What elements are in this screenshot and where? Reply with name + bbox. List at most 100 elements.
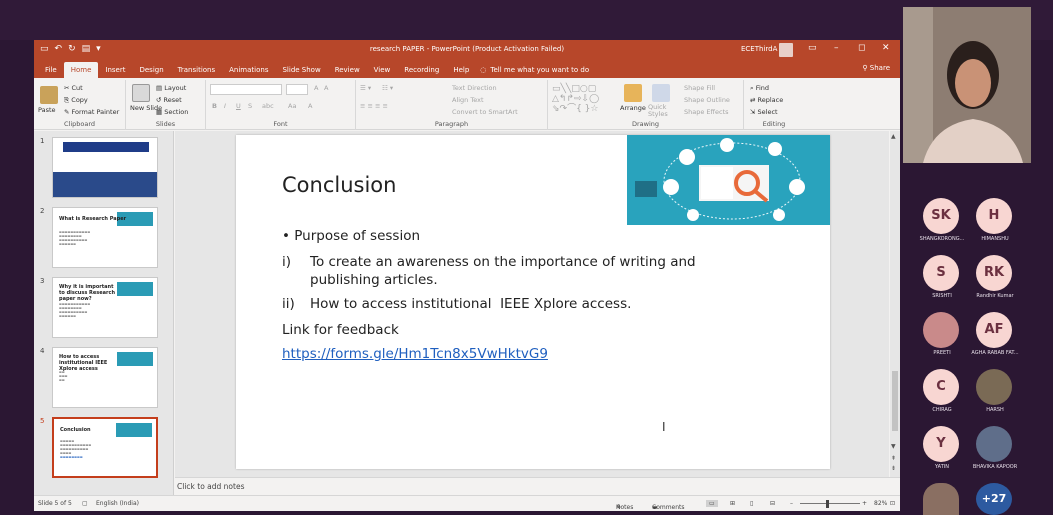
numbering-icon[interactable]: ☷ ▾ bbox=[382, 84, 393, 92]
fit-to-window-icon[interactable]: ⊡ bbox=[890, 500, 895, 507]
shrink-font-button[interactable]: A bbox=[324, 84, 328, 92]
user-name[interactable]: ECEThirdA bbox=[741, 45, 777, 53]
user-avatar[interactable] bbox=[779, 43, 793, 57]
select-button[interactable]: ⇲ Select bbox=[750, 108, 778, 116]
participant-tile[interactable]: AF AGHA RABAB FAT... bbox=[963, 312, 1027, 364]
normal-view-icon[interactable]: ▭ bbox=[706, 500, 718, 507]
bullet-text: Purpose of session bbox=[294, 228, 421, 244]
font-size-select[interactable] bbox=[286, 84, 308, 95]
participant-tile[interactable]: HARSH bbox=[963, 369, 1027, 421]
tab-slide-show[interactable]: Slide Show bbox=[275, 62, 327, 78]
reset-button[interactable]: ↺ Reset bbox=[156, 96, 182, 104]
scrollbar-thumb[interactable] bbox=[892, 371, 898, 431]
tab-transitions[interactable]: Transitions bbox=[171, 62, 223, 78]
tab-design[interactable]: Design bbox=[132, 62, 170, 78]
slide-thumbnail-5[interactable]: Conclusion ▬▬▬▬▬ ▬▬▬▬▬▬▬▬▬▬▬ ▬▬▬▬▬▬▬▬▬▬ ▬▬▬… bbox=[52, 417, 158, 478]
change-case-button[interactable]: Aa bbox=[288, 102, 296, 110]
vertical-scrollbar[interactable]: ▲ ▼ ⇞ ⇟ bbox=[890, 131, 900, 477]
font-color-button[interactable]: A bbox=[308, 102, 312, 110]
find-button[interactable]: ⌕ Find bbox=[750, 84, 769, 93]
replace-button[interactable]: ⇄ Replace bbox=[750, 96, 783, 104]
underline-button[interactable]: U bbox=[236, 102, 241, 110]
maximize-icon[interactable]: ◻ bbox=[858, 43, 865, 53]
slide-thumbnail-4[interactable]: How to access institutional IEEE Xplore … bbox=[52, 347, 158, 408]
zoom-level[interactable]: 82% bbox=[874, 500, 887, 507]
share-label: Share bbox=[869, 64, 890, 72]
item-number: ii) bbox=[282, 296, 295, 312]
shape-effects-button[interactable]: Shape Effects bbox=[684, 108, 729, 116]
thumbnail-number: 4 bbox=[40, 347, 45, 355]
reading-view-icon[interactable]: ▯ bbox=[750, 500, 753, 507]
text-direction-button[interactable]: Text Direction bbox=[452, 84, 497, 92]
section-button[interactable]: ▦ Section bbox=[156, 108, 188, 116]
italic-button[interactable]: I bbox=[224, 102, 226, 110]
tab-help[interactable]: Help bbox=[446, 62, 476, 78]
slide-show-icon[interactable]: ⊟ bbox=[770, 500, 775, 507]
participant-tile[interactable]: H HIMANSHU bbox=[963, 198, 1027, 250]
lightbulb-icon: ◌ bbox=[480, 66, 487, 74]
slide-thumbnail-2[interactable]: What is Research Paper ▬▬▬▬▬▬▬▬▬▬▬ ▬▬▬▬▬▬… bbox=[52, 207, 158, 268]
scroll-up-icon[interactable]: ▲ bbox=[891, 133, 896, 140]
avatar: AF bbox=[976, 312, 1012, 348]
quick-styles-button[interactable]: Quick Styles bbox=[648, 104, 678, 118]
thumbnail-number: 5 bbox=[40, 417, 45, 425]
participant-tile[interactable]: BHAVIKA KAPOOR bbox=[963, 426, 1027, 478]
tab-view[interactable]: View bbox=[367, 62, 398, 78]
shape-fill-button[interactable]: Shape Fill bbox=[684, 84, 715, 92]
layout-button[interactable]: ▤ Layout bbox=[156, 84, 186, 92]
previous-slide-icon[interactable]: ⇞ bbox=[891, 455, 896, 462]
thumbnail-text: ▬▬▬▬▬▬▬▬▬▬▬ ▬▬▬▬▬▬▬▬ ▬▬▬▬▬▬▬▬▬▬ ▬▬▬▬▬▬ bbox=[59, 230, 91, 246]
notes-pane[interactable]: Click to add notes bbox=[175, 477, 900, 495]
tab-animations[interactable]: Animations bbox=[222, 62, 275, 78]
strikethrough-button[interactable]: S bbox=[248, 102, 252, 110]
slide-thumbnail-1[interactable] bbox=[52, 137, 158, 198]
format-painter-button[interactable]: ✎ Format Painter bbox=[64, 108, 119, 116]
shapes-gallery-icon[interactable]: ▭╲╲□○▢ △↰↱⇨⇩◯ ⇘↷⌒{ }☆ bbox=[552, 84, 599, 114]
bullet-item: • Purpose of session bbox=[282, 227, 420, 245]
convert-smartart-button[interactable]: Convert to SmartArt bbox=[452, 108, 518, 116]
tab-file[interactable]: File bbox=[38, 62, 64, 78]
cut-button[interactable]: ✂ Cut bbox=[64, 84, 83, 92]
tab-insert[interactable]: Insert bbox=[98, 62, 132, 78]
slide-thumbnail-3[interactable]: Why it is important to discuss Research … bbox=[52, 277, 158, 338]
language-status[interactable]: English (India) bbox=[96, 500, 139, 507]
format-painter-label: Format Painter bbox=[71, 108, 120, 116]
shape-outline-button[interactable]: Shape Outline bbox=[684, 96, 730, 104]
paste-button[interactable]: Paste bbox=[38, 106, 56, 114]
zoom-out-icon[interactable]: – bbox=[790, 500, 793, 507]
slide-sorter-icon[interactable]: ⊞ bbox=[730, 500, 735, 507]
tab-home[interactable]: Home bbox=[63, 62, 99, 78]
tab-review[interactable]: Review bbox=[328, 62, 367, 78]
tell-me-search[interactable]: ◌ Tell me what you want to do bbox=[480, 62, 589, 78]
arrange-button[interactable]: Arrange bbox=[620, 104, 646, 112]
copy-button[interactable]: ⎘ Copy bbox=[64, 96, 88, 105]
next-slide-icon[interactable]: ⇟ bbox=[891, 465, 896, 472]
more-participants-button[interactable]: +27 bbox=[963, 483, 1027, 515]
share-button[interactable]: ⚲ Share bbox=[862, 64, 890, 72]
character-spacing-button[interactable]: abc bbox=[262, 102, 274, 110]
align-buttons-icon[interactable]: ≡ ≡ ≡ ≡ bbox=[360, 102, 388, 110]
align-text-button[interactable]: Align Text bbox=[452, 96, 484, 104]
zoom-slider[interactable] bbox=[800, 503, 860, 504]
powerpoint-window: ▭ ↶ ↻ ▤ ▾ research PAPER - PowerPoint (P… bbox=[34, 40, 900, 511]
layout-icon: ▤ bbox=[156, 84, 165, 92]
tab-recording[interactable]: Recording bbox=[397, 62, 446, 78]
ribbon-tabs: File Home Insert Design Transitions Anim… bbox=[34, 60, 900, 78]
bold-button[interactable]: B bbox=[212, 102, 217, 110]
feedback-link[interactable]: https://forms.gle/Hm1Tcn8x5VwHktvG9 bbox=[282, 345, 548, 363]
current-slide[interactable]: Conclusion • Purpose of session i) To cr… bbox=[236, 135, 830, 469]
zoom-in-icon[interactable]: + bbox=[862, 500, 867, 507]
bullets-icon[interactable]: ☰ ▾ bbox=[360, 84, 371, 92]
spell-check-icon[interactable]: ▢ bbox=[82, 500, 88, 507]
font-name-select[interactable] bbox=[210, 84, 282, 95]
grow-font-button[interactable]: A bbox=[314, 84, 318, 92]
minimize-icon[interactable]: – bbox=[834, 43, 839, 53]
zoom-slider-thumb[interactable] bbox=[826, 500, 829, 508]
ribbon-display-icon[interactable]: ▭ bbox=[808, 43, 817, 53]
scroll-down-icon[interactable]: ▼ bbox=[891, 443, 896, 450]
replace-icon: ⇄ bbox=[750, 96, 758, 104]
close-icon[interactable]: ✕ bbox=[882, 43, 890, 53]
participant-tile[interactable]: RK Randhir Kumar bbox=[963, 255, 1027, 307]
slide-title[interactable]: Conclusion bbox=[282, 173, 396, 197]
reset-icon: ↺ bbox=[156, 96, 164, 104]
